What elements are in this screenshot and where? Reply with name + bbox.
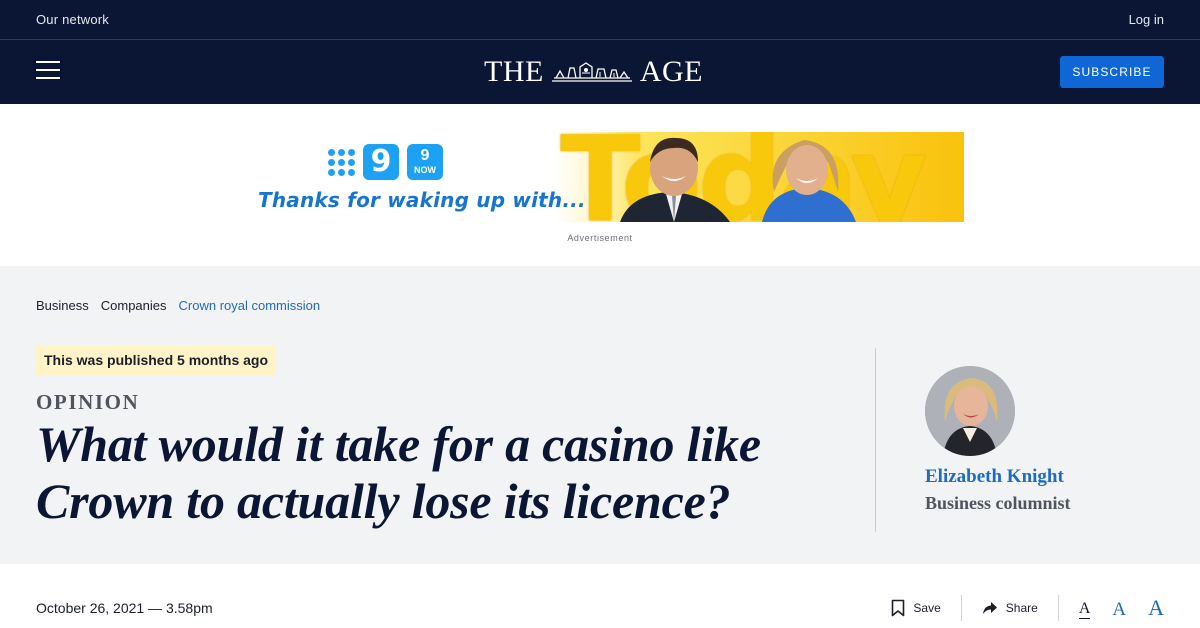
network-bar: Our network Log in [0,0,1200,40]
ad-banner[interactable]: Today 9 9 NOW Thanks for waking up with.… [254,132,964,222]
article-actions: Save Share A A A [871,594,1164,622]
site-logo[interactable]: THE AGE [484,54,703,90]
author-avatar[interactable] [925,366,1015,456]
article-date: October 26, 2021 — 3.58pm [36,600,213,616]
breadcrumb-business[interactable]: Business [36,298,89,313]
bookmark-icon [892,599,905,617]
logo-text-the: THE [484,55,544,88]
font-size-controls: A A A [1059,597,1164,619]
share-button[interactable]: Share [962,601,1058,615]
published-notice: This was published 5 months ago [36,346,277,375]
author-name-link[interactable]: Elizabeth Knight [925,466,1165,488]
advertisement-label: Advertisement [567,233,633,243]
breadcrumb-companies[interactable]: Companies [101,298,167,313]
font-size-large-button[interactable]: A [1148,597,1164,619]
save-button[interactable]: Save [871,599,960,617]
ad-tagline: Thanks for waking up with... [258,188,586,212]
save-label: Save [913,601,941,615]
font-size-medium-button[interactable]: A [1112,600,1126,619]
hamburger-icon[interactable] [36,61,60,79]
article-headline: What would it take for a casino like Cro… [36,416,761,529]
article-header: Business Companies Crown royal commissio… [0,266,1200,564]
article-meta-row: October 26, 2021 — 3.58pm Save Share A A… [0,564,1200,628]
nine-dots-icon [328,148,355,176]
masthead: THE AGE SUBSCRIBE [0,40,1200,104]
breadcrumb: Business Companies Crown royal commissio… [36,298,320,313]
nine-now-label: NOW [414,165,436,175]
subscribe-button[interactable]: SUBSCRIBE [1060,56,1164,88]
channel-logos: 9 9 NOW [328,144,443,180]
share-arrow-icon [982,602,997,614]
author-photo [925,366,1015,456]
login-link[interactable]: Log in [1129,12,1164,27]
nine-now-number: 9 [420,147,430,164]
font-size-small-button[interactable]: A [1078,601,1091,619]
author-role: Business columnist [925,493,1071,513]
share-label: Share [1005,601,1038,615]
ad-area: Today 9 9 NOW Thanks for waking up with.… [0,104,1200,266]
channel-nine-logo: 9 [363,144,399,180]
author-card: Elizabeth Knight Business columnist [925,366,1165,514]
nine-now-logo: 9 NOW [407,144,443,180]
crest-icon [551,62,632,82]
vertical-divider [875,348,876,532]
ad-presenter-female [762,140,856,222]
our-network-link[interactable]: Our network [36,12,109,27]
logo-text-age: AGE [639,55,703,88]
breadcrumb-crown-royal-commission[interactable]: Crown royal commission [179,298,321,313]
article-kicker: OPINION [36,390,140,414]
ad-presenter-male [620,137,730,222]
